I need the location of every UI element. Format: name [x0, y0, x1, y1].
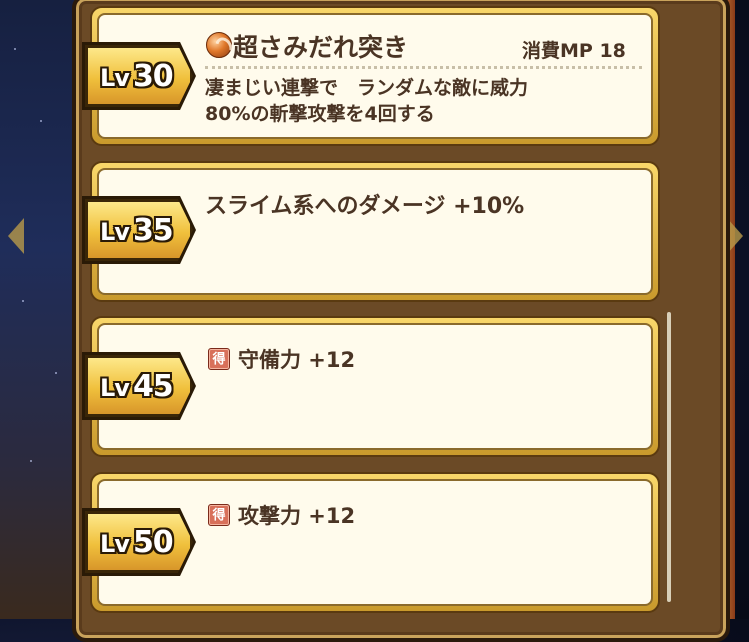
level-label: Lv 45	[100, 368, 174, 404]
skill-description-line2: 80%の斬撃攻撃を4回する	[205, 103, 435, 125]
skill-description-line1: 凄まじい連撃で ランダムな敵に威力	[205, 77, 529, 99]
star	[55, 372, 57, 374]
star	[14, 48, 16, 50]
gain-badge-icon: 得	[208, 504, 230, 526]
passive-effect: スライム系へのダメージ +10%	[205, 194, 525, 219]
scrollbar[interactable]	[667, 312, 671, 602]
mp-cost: 消費MP 18	[522, 40, 626, 62]
star	[40, 120, 42, 122]
level-badge: Lv 30	[85, 45, 193, 107]
gain-badge-icon: 得	[208, 348, 230, 370]
level-label: Lv 50	[100, 524, 174, 560]
level-label: Lv 30	[100, 58, 174, 94]
stat-bonus: 攻撃力 +12	[238, 504, 356, 528]
star	[22, 300, 24, 302]
slash-skill-orb-icon	[206, 32, 232, 58]
level-badge: Lv 50	[85, 511, 193, 573]
background-left	[0, 0, 80, 619]
stat-bonus: 守備力 +12	[238, 348, 356, 372]
page-left-arrow-icon[interactable]	[8, 218, 24, 254]
level-label: Lv 35	[100, 212, 174, 248]
skill-name: 超さみだれ突き	[233, 33, 409, 62]
star	[30, 460, 32, 462]
level-badge: Lv 35	[85, 199, 193, 261]
divider	[205, 66, 642, 69]
level-badge: Lv 45	[85, 355, 193, 417]
